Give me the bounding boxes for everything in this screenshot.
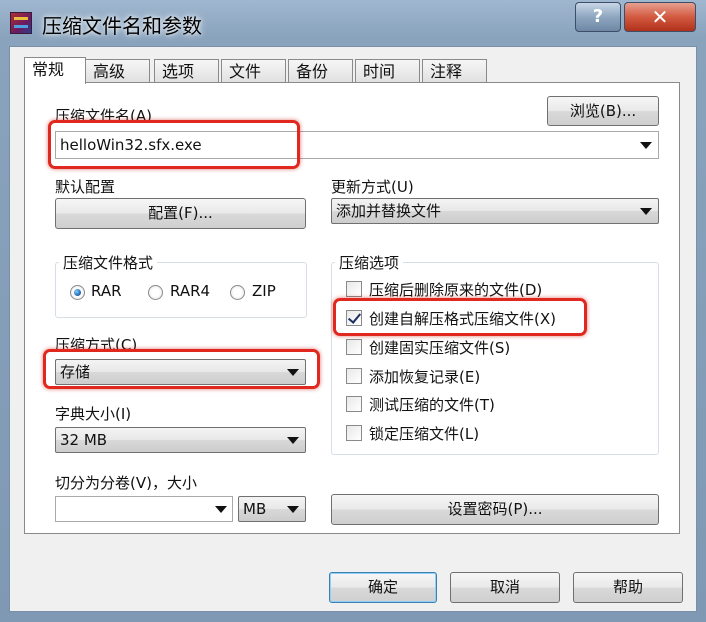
- split-size-combo[interactable]: [55, 496, 233, 522]
- close-button[interactable]: ✕: [624, 2, 696, 32]
- radio-rar4[interactable]: [148, 285, 163, 300]
- highlight-create-sfx: [333, 298, 587, 336]
- checkbox-solid-label[interactable]: 创建固实压缩文件(S): [369, 337, 510, 358]
- checkbox-delete-after[interactable]: [346, 281, 362, 297]
- browse-button[interactable]: 浏览(B)...: [547, 96, 659, 126]
- tab-comment[interactable]: 注释: [422, 59, 487, 83]
- default-profile-label: 默认配置: [55, 178, 116, 196]
- ok-button[interactable]: 确定: [329, 572, 437, 603]
- dialog-client: 常规 高级 选项 文件 备份 时间 注释 压缩文件名(A) 浏览(B)... h…: [9, 46, 697, 612]
- profile-button[interactable]: 配置(F)...: [55, 198, 306, 229]
- general-panel: 压缩文件名(A) 浏览(B)... helloWin32.sfx.exe 默认配…: [24, 82, 680, 534]
- help-button[interactable]: 帮助: [573, 572, 683, 603]
- tab-options[interactable]: 选项: [154, 59, 219, 83]
- checkbox-recovery-record[interactable]: [346, 368, 362, 384]
- chevron-down-icon[interactable]: [640, 142, 652, 149]
- radio-rar[interactable]: [70, 285, 85, 300]
- winrar-app-icon: [10, 12, 32, 34]
- split-unit-value: MB: [243, 500, 267, 518]
- split-volumes-label: 切分为分卷(V)，大小: [55, 474, 197, 492]
- highlight-archive-name: [48, 120, 300, 169]
- checkbox-lock-archive[interactable]: [346, 425, 362, 441]
- dict-size-value: 32 MB: [60, 431, 108, 449]
- radio-zip[interactable]: [230, 285, 245, 300]
- radio-rar-label[interactable]: RAR: [91, 282, 122, 300]
- chevron-down-icon: [287, 437, 299, 444]
- checkbox-lock-archive-label[interactable]: 锁定压缩文件(L): [369, 423, 479, 444]
- highlight-method: [43, 349, 320, 389]
- title-help-button[interactable]: ?: [575, 2, 621, 32]
- tab-time[interactable]: 时间: [355, 59, 420, 83]
- options-group-title: 压缩选项: [335, 252, 404, 273]
- checkbox-test-files[interactable]: [346, 396, 362, 412]
- checkbox-test-files-label[interactable]: 测试压缩的文件(T): [369, 394, 495, 415]
- update-mode-value: 添加并替换文件: [336, 202, 442, 220]
- chevron-down-icon: [640, 208, 652, 215]
- tab-files[interactable]: 文件: [221, 59, 286, 83]
- tab-advanced[interactable]: 高级: [85, 59, 150, 83]
- checkbox-recovery-record-label[interactable]: 添加恢复记录(E): [369, 366, 480, 387]
- dict-size-label: 字典大小(I): [55, 405, 132, 423]
- dict-size-select[interactable]: 32 MB: [55, 427, 306, 453]
- format-group-title: 压缩文件格式: [59, 252, 158, 273]
- title-bar[interactable]: 压缩文件名和参数 ? ✕: [0, 0, 706, 46]
- checkbox-solid[interactable]: [346, 339, 362, 355]
- chevron-down-icon[interactable]: [215, 506, 227, 513]
- chevron-down-icon: [287, 506, 299, 513]
- set-password-button[interactable]: 设置密码(P)...: [331, 494, 659, 525]
- radio-rar4-label[interactable]: RAR4: [170, 282, 210, 300]
- dialog-window: 压缩文件名和参数 ? ✕ 常规 高级 选项 文件 备份 时间 注释 压缩文件名(…: [0, 0, 706, 622]
- split-unit-select[interactable]: MB: [238, 496, 306, 522]
- update-mode-select[interactable]: 添加并替换文件: [331, 198, 659, 224]
- tab-backup[interactable]: 备份: [288, 59, 353, 83]
- radio-zip-label[interactable]: ZIP: [252, 282, 276, 300]
- cancel-button[interactable]: 取消: [450, 572, 560, 603]
- tab-general[interactable]: 常规: [24, 57, 86, 84]
- update-mode-label: 更新方式(U): [331, 178, 414, 196]
- window-title: 压缩文件名和参数: [42, 14, 202, 38]
- checkbox-delete-after-label[interactable]: 压缩后删除原来的文件(D): [369, 279, 542, 300]
